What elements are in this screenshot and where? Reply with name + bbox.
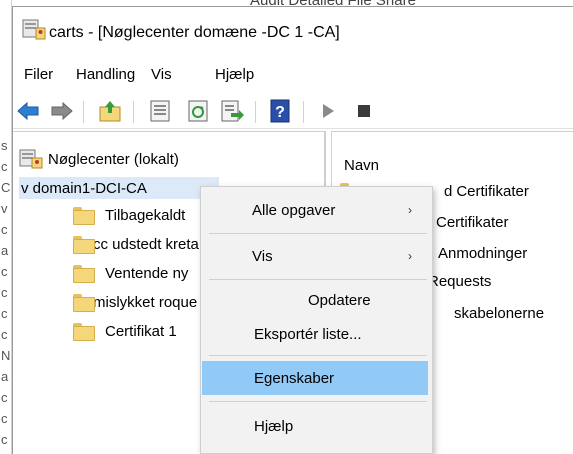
back-arrow-icon[interactable] <box>15 98 41 124</box>
bg-letter: C <box>1 450 11 454</box>
context-menu-export-list[interactable]: Eksportér liste... <box>202 317 428 351</box>
bg-letter: a <box>1 369 9 384</box>
tree-folder-pending[interactable]: Ventende ny <box>73 262 188 284</box>
bg-letter: c <box>1 159 8 174</box>
certificate-authority-root-icon <box>19 149 43 169</box>
tree-root-label: Nøglecenter (lokalt) <box>48 150 179 168</box>
bg-letter: c <box>1 264 8 279</box>
toolbar-separator <box>133 101 134 123</box>
column-header-name[interactable]: Navn <box>344 157 379 174</box>
tree-folder-failed[interactable]: mislykket roque <box>73 291 197 313</box>
folder-icon <box>73 236 95 254</box>
background-left-edge: s c C v c a c c c c N a c c c C <box>0 0 12 454</box>
tree-ca-node-label: v domain1-DCI-CA <box>21 179 147 197</box>
tree-folder-label: cc udstedt kreta <box>93 235 199 253</box>
context-menu-separator <box>209 355 427 356</box>
bg-letter: c <box>1 222 8 237</box>
bg-letter: c <box>1 411 8 426</box>
bg-letter: N <box>1 348 11 363</box>
results-row[interactable]: Certifikater <box>436 211 509 233</box>
context-menu-refresh[interactable]: Opdatere <box>202 283 428 317</box>
tree-folder-label: Ventende ny <box>105 264 189 282</box>
context-menu-label: Opdatere <box>308 291 371 309</box>
title-bar: carts - [Nøglecenter domæne -DC 1 -CA] <box>13 7 573 51</box>
toolbar: ? <box>13 95 573 129</box>
bg-letter: c <box>1 432 8 447</box>
tree-folder-label: Tilbagekaldt <box>105 206 186 224</box>
help-glyph: ? <box>275 104 285 121</box>
results-row-label: Anmodninger <box>438 244 528 262</box>
bg-letter: c <box>1 327 8 342</box>
menu-file[interactable]: Filer <box>24 66 53 83</box>
context-menu-separator <box>209 401 427 402</box>
context-menu-all-tasks[interactable]: Alle opgaver › <box>202 193 428 227</box>
menu-view[interactable]: Vis <box>151 66 172 83</box>
folder-icon <box>73 207 95 225</box>
tree-folder-label: mislykket roque <box>93 293 198 311</box>
submenu-arrow-icon: › <box>408 203 412 217</box>
context-menu-properties[interactable]: Egenskaber <box>202 361 428 395</box>
context-menu-help[interactable]: Hjælp <box>202 409 428 443</box>
context-menu-separator <box>209 233 427 234</box>
certificate-server-icon <box>22 19 46 40</box>
submenu-arrow-icon: › <box>408 249 412 263</box>
tree-folder-revoked[interactable]: Tilbagekaldt <box>73 204 185 226</box>
tree-ca-node[interactable]: v domain1-DCI-CA <box>19 177 219 199</box>
toolbar-separator <box>303 101 304 123</box>
tree-folder-label: Certifikat 1 <box>105 322 177 340</box>
background-left-letters: s c C v c a c c c c N a c c c C <box>1 135 11 454</box>
results-row[interactable]: Anmodninger <box>438 242 527 264</box>
help-book-icon[interactable]: ? <box>267 98 293 124</box>
tree-folder-issued[interactable]: cc udstedt kreta <box>73 233 199 255</box>
context-menu-label: Vis <box>252 247 273 265</box>
context-menu: Alle opgaver › Vis › Opdatere Eksportér … <box>200 186 433 454</box>
bg-letter: c <box>1 285 8 300</box>
results-row[interactable]: skabelonerne <box>454 302 544 324</box>
tree-folder-templates[interactable]: Certifikat 1 <box>73 320 177 342</box>
toolbar-separator <box>255 101 256 123</box>
start-service-icon[interactable] <box>315 98 341 124</box>
window-title: carts - [Nøglecenter domæne -DC 1 -CA] <box>49 24 340 41</box>
menu-bar: Filer Handling Vis Hjælp <box>13 63 573 87</box>
bg-letter: c <box>1 390 8 405</box>
refresh-icon[interactable] <box>185 98 211 124</box>
up-folder-icon[interactable] <box>97 98 123 124</box>
export-list-icon[interactable] <box>219 98 245 124</box>
menu-help[interactable]: Hjælp <box>215 66 254 83</box>
results-row-label: Certifikater <box>436 213 509 231</box>
bg-letter: a <box>1 243 9 258</box>
context-menu-separator <box>209 279 427 280</box>
results-row[interactable]: Requests <box>428 270 491 292</box>
results-row-prefix: d <box>444 182 453 200</box>
results-row-label: skabelonerne <box>454 304 545 322</box>
context-menu-label: Egenskaber <box>254 369 335 387</box>
context-menu-label: Eksportér liste... <box>254 325 362 343</box>
results-row-label: Certifikater <box>456 182 529 200</box>
context-menu-view[interactable]: Vis › <box>202 239 428 273</box>
folder-icon <box>73 294 95 312</box>
toolbar-separator <box>83 101 84 123</box>
context-menu-label: Alle opgaver <box>252 201 336 219</box>
bg-letter: s <box>1 138 8 153</box>
results-row-label: Requests <box>428 272 492 290</box>
bg-letter: v <box>1 201 8 216</box>
stop-service-icon[interactable] <box>351 98 377 124</box>
forward-arrow-icon[interactable] <box>49 98 75 124</box>
menu-action[interactable]: Handling <box>76 66 135 83</box>
bg-letter: c <box>1 306 8 321</box>
context-menu-label: Hjælp <box>254 417 294 435</box>
properties-sheet-icon[interactable] <box>147 98 173 124</box>
folder-icon <box>73 323 95 341</box>
bg-letter: C <box>1 180 11 195</box>
tree-root[interactable]: Nøglecenter (lokalt) <box>19 148 179 170</box>
folder-icon <box>73 265 95 283</box>
